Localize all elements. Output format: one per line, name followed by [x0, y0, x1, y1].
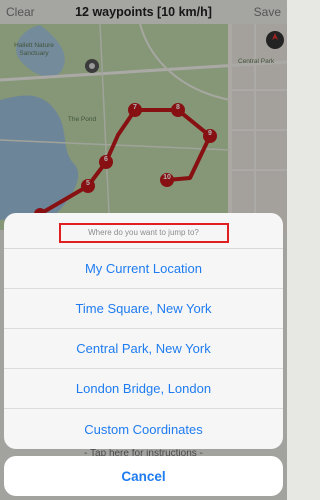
jump-action-sheet: Where do you want to jump to? My Current… — [4, 213, 283, 449]
option-custom-coordinates[interactable]: Custom Coordinates — [4, 409, 283, 449]
option-time-square[interactable]: Time Square, New York — [4, 289, 283, 329]
sheet-header: Where do you want to jump to? — [4, 213, 283, 249]
option-london-bridge[interactable]: London Bridge, London — [4, 369, 283, 409]
option-central-park[interactable]: Central Park, New York — [4, 329, 283, 369]
option-current-location[interactable]: My Current Location — [4, 249, 283, 289]
jump-prompt: Where do you want to jump to? — [58, 222, 229, 243]
cancel-button[interactable]: Cancel — [4, 456, 283, 496]
